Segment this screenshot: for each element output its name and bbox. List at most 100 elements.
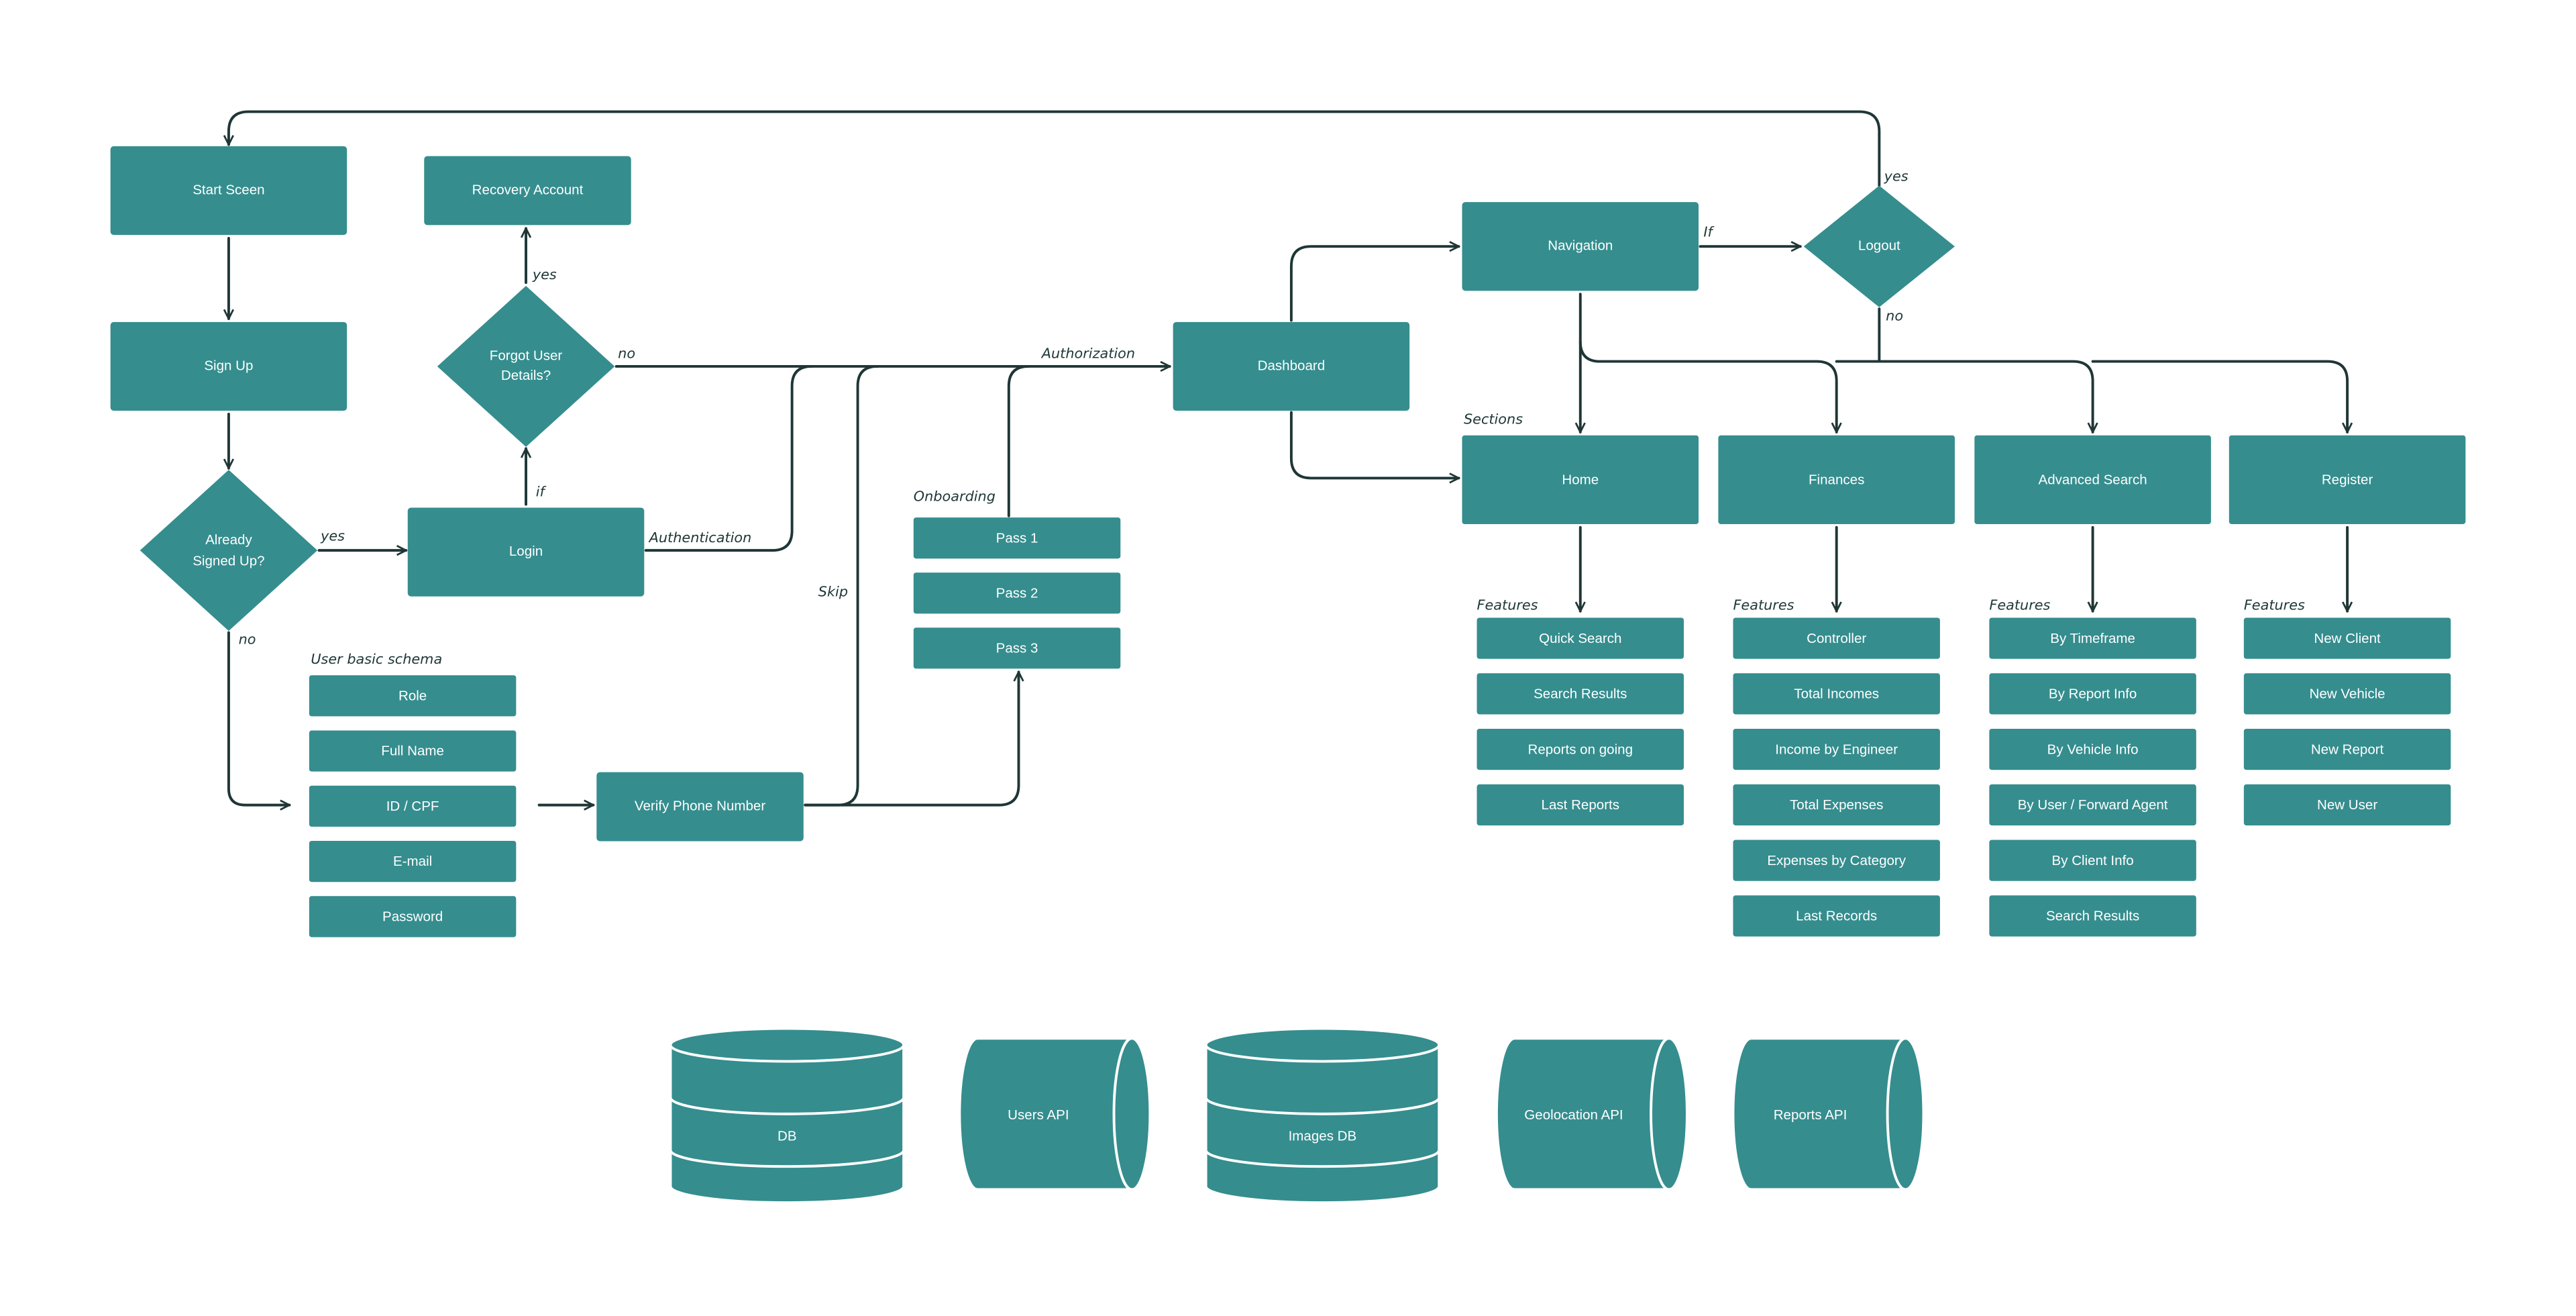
onboarding-step[interactable]: Pass 3: [913, 627, 1121, 669]
svg-text:Reports API: Reports API: [1774, 1107, 1847, 1123]
feature-item-label: Quick Search: [1539, 631, 1621, 646]
schema-label: User basic schema: [311, 651, 442, 667]
onboarding-step[interactable]: Pass 2: [913, 572, 1121, 614]
edge-label-authorization: Authorization: [1040, 346, 1135, 362]
feature-item-label: New Vehicle: [2310, 687, 2385, 702]
feature-item[interactable]: Total Incomes: [1733, 673, 1940, 715]
svg-text:Users API: Users API: [1008, 1107, 1069, 1123]
feature-item[interactable]: Total Expenses: [1733, 784, 1940, 825]
section-advanced-search-label: Advanced Search: [2039, 472, 2147, 488]
edge-label-if: if: [536, 483, 547, 499]
feature-item-label: Last Reports: [1542, 797, 1620, 813]
edge-label-authentication: Authentication: [648, 529, 752, 546]
users-api-cylinder: Users API: [958, 1037, 1152, 1191]
svg-text:Signed Up?: Signed Up?: [193, 554, 264, 569]
svg-text:Navigation: Navigation: [1548, 238, 1613, 254]
feature-item[interactable]: By Timeframe: [1989, 617, 2196, 659]
svg-text:Already: Already: [205, 532, 252, 548]
verify-phone-node[interactable]: Verify Phone Number: [596, 772, 804, 842]
already-signed-up-decision[interactable]: Already Signed Up?: [140, 470, 318, 631]
sign-up-node[interactable]: Sign Up: [110, 321, 347, 411]
schema-field[interactable]: ID / CPF: [309, 785, 517, 827]
onboarding-step-label: Pass 1: [996, 530, 1038, 546]
feature-item[interactable]: Income by Engineer: [1733, 729, 1940, 770]
dashboard-node[interactable]: Dashboard: [1173, 321, 1410, 411]
svg-text:Login: Login: [509, 544, 543, 559]
feature-item-label: New Client: [2314, 631, 2381, 646]
feature-item[interactable]: Quick Search: [1477, 617, 1684, 659]
schema-field-label: E-mail: [393, 854, 432, 869]
svg-text:Recovery Account: Recovery Account: [472, 182, 584, 197]
feature-item-label: By Vehicle Info: [2047, 742, 2139, 757]
section-finances-label: Finances: [1809, 472, 1864, 488]
edge-label-yes: yes: [532, 266, 557, 283]
feature-item[interactable]: Search Results: [1477, 673, 1684, 715]
feature-item[interactable]: New Report: [2243, 729, 2451, 770]
sections: Home Features Quick Search Search Results Re…: [1462, 435, 2466, 937]
schema-field[interactable]: E-mail: [309, 840, 517, 882]
logout-decision[interactable]: Logout: [1803, 185, 1955, 307]
feature-item-label: Total Expenses: [1790, 797, 1883, 813]
feature-item-label: By Report Info: [2049, 687, 2137, 702]
feature-item[interactable]: Controller: [1733, 617, 1940, 659]
edge-label-skip: Skip: [818, 584, 848, 600]
reports-api-cylinder: Reports API: [1731, 1037, 1925, 1191]
feature-item[interactable]: New Vehicle: [2243, 673, 2451, 715]
svg-text:Dashboard: Dashboard: [1258, 358, 1326, 373]
schema-field[interactable]: Full Name: [309, 730, 517, 772]
feature-item[interactable]: Reports on going: [1477, 729, 1684, 770]
start-screen-node[interactable]: Start Sceen: [110, 146, 347, 236]
forgot-details-decision[interactable]: Forgot User Details?: [437, 285, 615, 447]
features-label: Features: [1477, 597, 1538, 613]
feature-item-label: Total Incomes: [1794, 687, 1879, 702]
schema-field[interactable]: Password: [309, 896, 517, 938]
feature-item-label: Controller: [1807, 631, 1866, 646]
features-label: Features: [2244, 597, 2305, 613]
feature-item[interactable]: By User / Forward Agent: [1989, 784, 2196, 825]
feature-item-label: Income by Engineer: [1775, 742, 1898, 757]
edge-label-if: If: [1703, 224, 1714, 240]
db-cylinder: DB: [669, 1027, 906, 1205]
flow-diagram: yes if no yes no Authentication Skip Aut…: [110, 110, 2466, 1205]
feature-item[interactable]: By Report Info: [1989, 673, 2196, 715]
feature-item-label: Search Results: [2046, 909, 2139, 924]
feature-item[interactable]: Last Records: [1733, 895, 1940, 937]
svg-text:Details?: Details?: [501, 368, 551, 383]
feature-item[interactable]: Last Reports: [1477, 784, 1684, 825]
onboarding-step-label: Pass 2: [996, 585, 1038, 601]
onboarding-steps: Pass 1 Pass 2 Pass 3: [913, 517, 1121, 669]
edge-label-no: no: [1886, 307, 1903, 323]
recovery-account-node[interactable]: Recovery Account: [424, 156, 631, 225]
schema-field-label: Role: [398, 688, 427, 703]
schema-field[interactable]: Role: [309, 675, 517, 717]
feature-item-label: By Client Info: [2052, 853, 2134, 868]
feature-item-label: Expenses by Category: [1767, 853, 1906, 868]
section-register[interactable]: Register: [2229, 435, 2466, 524]
feature-item-label: New User: [2317, 797, 2377, 813]
feature-item[interactable]: New Client: [2243, 617, 2451, 659]
svg-text:DB: DB: [777, 1129, 797, 1144]
edge-label-no: no: [618, 346, 635, 362]
login-node[interactable]: Login: [407, 507, 645, 597]
feature-item[interactable]: By Client Info: [1989, 840, 2196, 881]
feature-item[interactable]: Expenses by Category: [1733, 840, 1940, 881]
section-home[interactable]: Home: [1462, 435, 1699, 524]
navigation-node[interactable]: Navigation: [1462, 202, 1699, 291]
feature-item[interactable]: By Vehicle Info: [1989, 729, 2196, 770]
feature-item[interactable]: New User: [2243, 784, 2451, 825]
sections-label: Sections: [1464, 411, 1523, 427]
images-db-cylinder: Images DB: [1204, 1027, 1441, 1205]
feature-item-label: Search Results: [1534, 687, 1627, 702]
svg-text:Verify Phone Number: Verify Phone Number: [635, 798, 765, 813]
schema-field-label: ID / CPF: [386, 799, 439, 814]
section-finances[interactable]: Finances: [1718, 435, 1955, 524]
feature-item[interactable]: Search Results: [1989, 895, 2196, 937]
feature-item-label: Last Records: [1796, 909, 1877, 924]
user-schema-fields: Role Full Name ID / CPF E-mail Password: [309, 675, 517, 938]
onboarding-step[interactable]: Pass 1: [913, 517, 1121, 559]
section-register-label: Register: [2322, 472, 2373, 488]
section-advanced-search[interactable]: Advanced Search: [1974, 435, 2211, 524]
edge-label-yes: yes: [1884, 168, 1909, 184]
feature-item-label: By User / Forward Agent: [2018, 797, 2168, 813]
schema-field-label: Password: [382, 909, 443, 925]
